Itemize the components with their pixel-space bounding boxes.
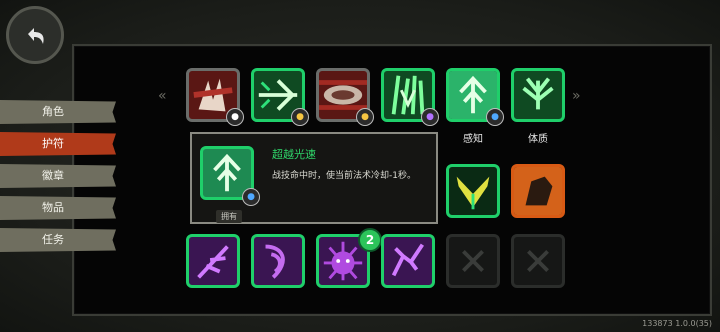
tab-quest[interactable]: 任务 [0,228,116,252]
tab-label: 角色 [42,105,64,118]
x-icon [527,250,549,272]
blue-element-icon: ● [486,108,504,126]
charm-description: 战技命中时，使当前法术冷却-1秒。 [272,171,416,181]
tab-badge[interactable]: 徽章 [0,164,116,188]
red-element-icon: ● [226,108,244,126]
tab-charm[interactable]: 护符 [0,132,116,156]
x-icon [462,250,484,272]
empty-charm-slot[interactable] [446,234,500,288]
back-button[interactable] [6,6,64,64]
left-chevron-decoration: « [158,88,167,104]
empty-charm-slot[interactable] [511,234,565,288]
owned-label: 拥有 [216,210,242,223]
gold-element-icon: ● [291,108,309,126]
tab-label: 任务 [42,233,64,246]
charm-slot[interactable] [446,164,500,218]
charm-slot[interactable] [511,164,565,218]
blue-element-icon: ● [242,188,260,206]
tab-item[interactable]: 物品 [0,196,116,220]
version-text: 133873 1.0.0(35) [642,319,712,328]
charm-slot[interactable] [186,234,240,288]
tab-character[interactable]: 角色 [0,100,116,124]
slot-label: 感知 [463,134,483,145]
charm-tooltip: ● 拥有 超越光速 战技命中时，使当前法术冷却-1秒。 [190,132,438,224]
gold-element-icon: ● [356,108,374,126]
right-chevron-decoration: » [572,88,581,104]
charm-slot[interactable] [251,234,305,288]
back-arrow-icon [28,28,44,44]
charm-slot-constitution[interactable] [511,68,565,122]
purple-element-icon: ● [421,108,439,126]
charm-slot[interactable] [381,234,435,288]
slot-label: 体质 [528,134,548,145]
tab-label: 徽章 [42,169,64,182]
count-badge: 2 [358,228,382,252]
charm-title: 超越光速 [272,148,316,161]
tab-label: 护符 [42,137,64,150]
tab-label: 物品 [42,201,64,214]
